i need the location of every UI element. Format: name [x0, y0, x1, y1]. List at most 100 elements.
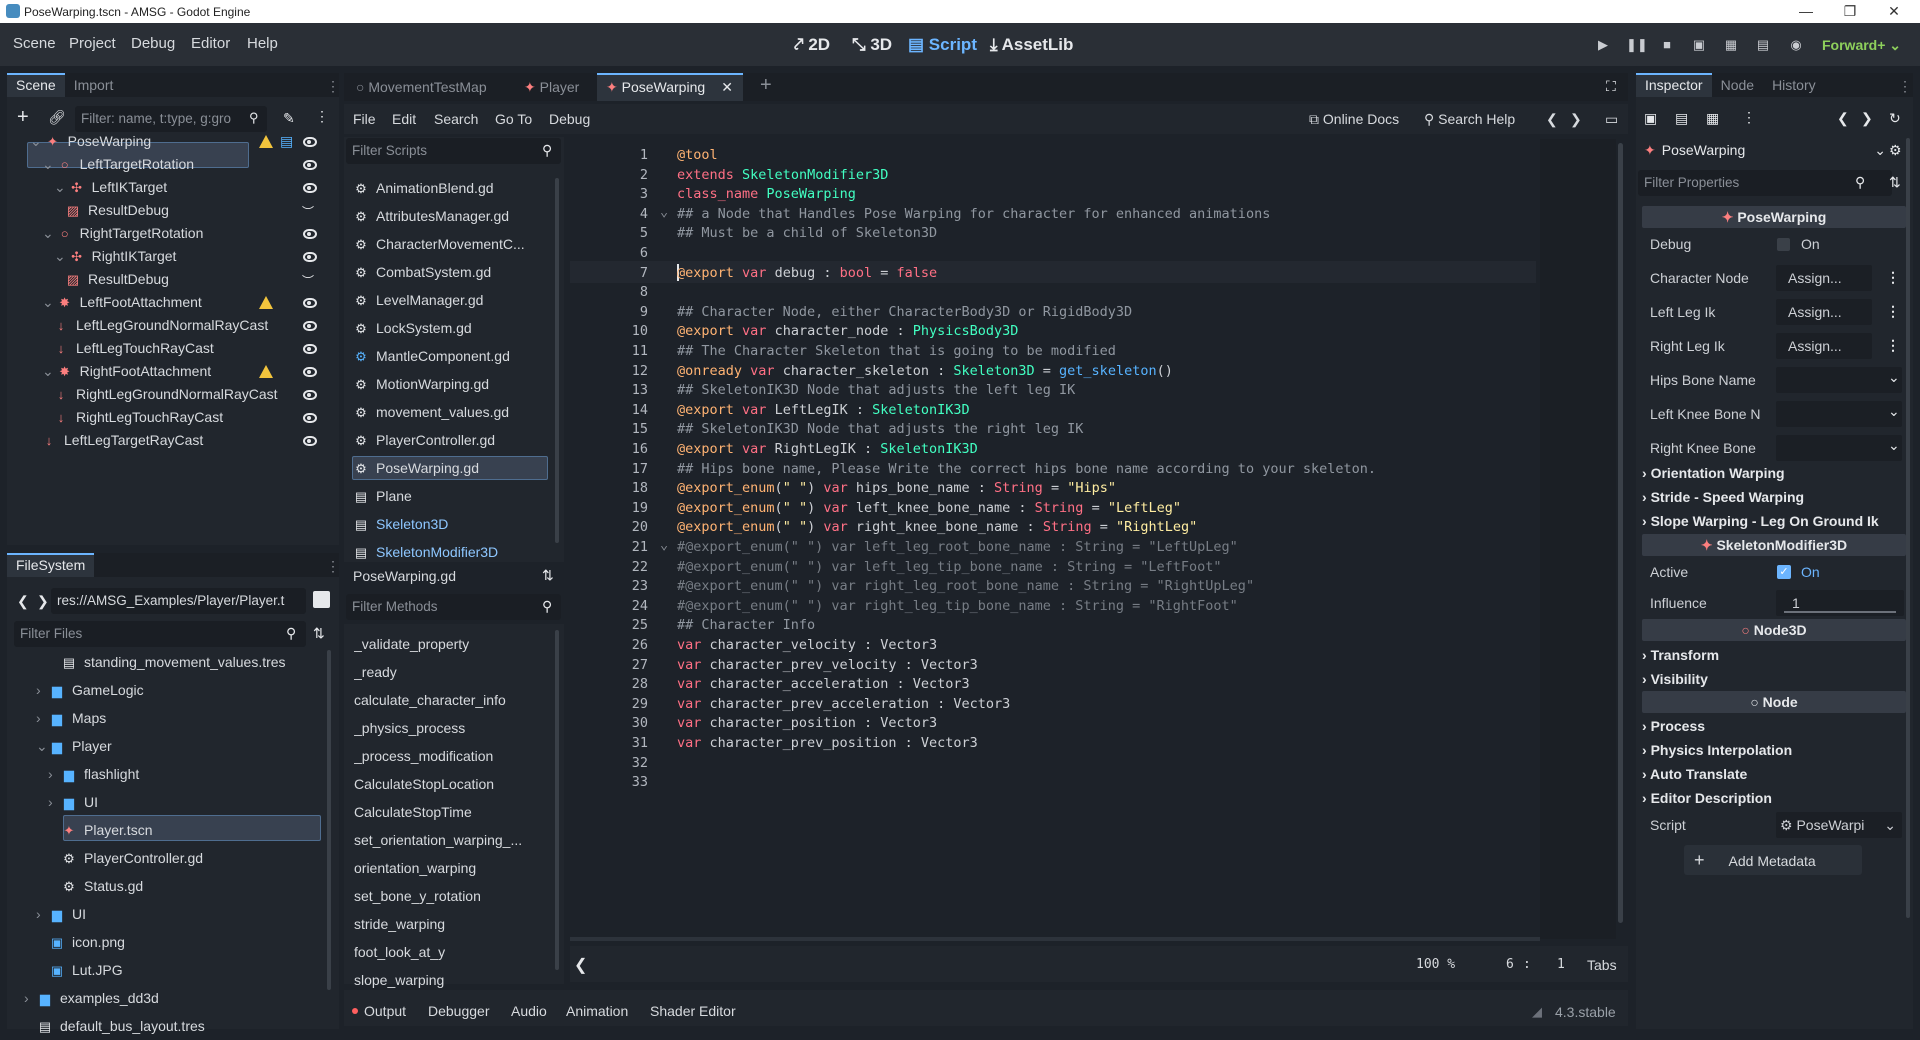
- open-folder-icon[interactable]: ▤: [1675, 110, 1688, 127]
- file-item[interactable]: ▣ icon.png: [36, 931, 125, 953]
- visibility-icon[interactable]: [303, 160, 317, 170]
- script-attached-icon[interactable]: ▤: [280, 133, 293, 150]
- new-tab-icon[interactable]: +: [760, 74, 772, 97]
- influence-slider[interactable]: 1: [1776, 590, 1904, 616]
- method-list-item[interactable]: foot_look_at_y: [354, 941, 546, 963]
- workspace-assetlib[interactable]: ⤓ AssetLib: [990, 35, 1073, 55]
- tree-arrow-icon[interactable]: ⌄: [30, 133, 46, 149]
- tab-debugger[interactable]: Debugger: [428, 1003, 490, 1019]
- scene-node[interactable]: ⌄ ✣ RightIKTarget: [54, 245, 176, 267]
- tree-arrow-icon[interactable]: ›: [48, 791, 62, 813]
- warning-icon[interactable]: [259, 296, 273, 309]
- fold-arrow-icon[interactable]: ⌄: [660, 204, 668, 220]
- prev-script-icon[interactable]: ❮: [1546, 111, 1558, 128]
- scene-node[interactable]: ⌄ ✸ LeftFootAttachment: [42, 291, 202, 313]
- file-item[interactable]: ⌄ ▆ Player: [36, 735, 112, 757]
- tree-arrow-icon[interactable]: ⌄: [36, 735, 50, 757]
- filter-methods-input[interactable]: Filter Methods: [346, 594, 561, 620]
- filter-scripts-input[interactable]: Filter Scripts: [346, 138, 561, 164]
- method-list-scrollbar[interactable]: [555, 630, 559, 970]
- back-icon[interactable]: ❮: [1837, 110, 1849, 127]
- tree-arrow-icon[interactable]: ›: [36, 903, 50, 925]
- method-list-item[interactable]: CalculateStopTime: [354, 801, 546, 823]
- tab-output[interactable]: Output: [364, 1003, 406, 1019]
- tab-audio[interactable]: Audio: [511, 1003, 547, 1019]
- indent-mode[interactable]: Tabs: [1587, 957, 1617, 973]
- property-group[interactable]: › Visibility: [1642, 669, 1708, 689]
- search-help-button[interactable]: ⚲ Search Help: [1424, 111, 1515, 128]
- tree-arrow-icon[interactable]: ›: [36, 707, 50, 729]
- property-menu-icon[interactable]: ⋮: [1886, 337, 1900, 354]
- minimize-icon[interactable]: —: [1786, 0, 1826, 23]
- scene-node[interactable]: ⌄ ✦ PoseWarping: [30, 130, 151, 152]
- scene-node[interactable]: ↓ LeftLegGroundNormalRayCast: [54, 314, 268, 336]
- script-list-item[interactable]: ▤ SkeletonModifier3D: [352, 540, 548, 564]
- tab-movementtestmap[interactable]: ○ MovementTestMap: [347, 73, 496, 101]
- visibility-hidden-icon[interactable]: ︶: [302, 272, 314, 289]
- split-view-icon[interactable]: [313, 591, 330, 608]
- inspector-dock-menu-icon[interactable]: ⋮: [1898, 78, 1912, 95]
- tab-scene[interactable]: Scene: [7, 73, 65, 97]
- warning-icon[interactable]: [259, 365, 273, 378]
- method-list-item[interactable]: _ready: [354, 661, 546, 683]
- visibility-hidden-icon[interactable]: ︶: [302, 203, 314, 220]
- fs-scrollbar[interactable]: [327, 650, 331, 990]
- tree-arrow-icon[interactable]: ›: [48, 763, 62, 785]
- bone-enum-dropdown[interactable]: [1776, 435, 1902, 461]
- file-item[interactable]: ⚙ PlayerController.gd: [48, 847, 203, 869]
- tree-arrow-icon[interactable]: ⌄: [42, 294, 58, 310]
- visibility-icon[interactable]: [303, 367, 317, 377]
- filter-properties-input[interactable]: Filter Properties: [1638, 170, 1892, 196]
- property-menu-icon[interactable]: ⋮: [1886, 303, 1900, 320]
- tree-arrow-icon[interactable]: ⌄: [54, 248, 70, 264]
- code-editor[interactable]: 1 @tool 2 extends SkeletonModifier3D 3 class_…: [570, 139, 1536, 939]
- tab-filesystem[interactable]: FileSystem: [7, 553, 95, 577]
- visibility-icon[interactable]: [303, 413, 317, 423]
- scene-node[interactable]: ▨ ResultDebug: [66, 199, 169, 221]
- method-list-item[interactable]: _process_modification: [354, 745, 546, 767]
- property-group[interactable]: › Stride - Speed Warping: [1642, 487, 1804, 507]
- visibility-icon[interactable]: [303, 344, 317, 354]
- scene-filter-input[interactable]: Filter: name, t:type, g:gro: [75, 106, 267, 132]
- stop-icon[interactable]: ■: [1657, 35, 1677, 55]
- script-list-item[interactable]: ⚙ movement_values.gd: [352, 400, 548, 424]
- zoom-level[interactable]: 100 %: [1416, 957, 1455, 972]
- next-script-icon[interactable]: ❯: [1570, 111, 1582, 128]
- warning-icon[interactable]: [259, 135, 273, 148]
- play-scene-icon[interactable]: ▦: [1721, 35, 1741, 55]
- forward-icon[interactable]: ❯: [37, 593, 49, 610]
- dock-menu-icon[interactable]: ⋮: [326, 78, 340, 95]
- menu-project[interactable]: Project: [69, 35, 116, 52]
- script-list-item[interactable]: ⚙ CombatSystem.gd: [352, 260, 548, 284]
- property-group[interactable]: › Orientation Warping: [1642, 463, 1785, 483]
- menu-scene[interactable]: Scene: [13, 35, 56, 52]
- file-item[interactable]: › ▆ Maps: [36, 707, 106, 729]
- tab-animation[interactable]: Animation: [566, 1003, 628, 1019]
- filter-options-icon[interactable]: ⇅: [1889, 174, 1901, 191]
- close-icon[interactable]: ✕: [1874, 0, 1914, 23]
- inspector-scrollbar[interactable]: [1906, 138, 1910, 918]
- method-list-item[interactable]: CalculateStopLocation: [354, 773, 546, 795]
- scene-node[interactable]: ↓ RightLegTouchRayCast: [54, 406, 223, 428]
- file-item[interactable]: ✦ Player.tscn: [48, 819, 153, 841]
- file-item[interactable]: ▤ default_bus_layout.tres: [24, 1015, 205, 1037]
- tab-player[interactable]: ✦ Player: [515, 73, 588, 101]
- code-hscrollbar[interactable]: [570, 937, 1540, 941]
- pause-icon[interactable]: ❚❚: [1626, 35, 1648, 55]
- tab-node[interactable]: Node: [1712, 73, 1763, 97]
- remote-debug-icon[interactable]: ▣: [1689, 35, 1709, 55]
- script-list-item[interactable]: ▤ Plane: [352, 484, 548, 508]
- tree-arrow-icon[interactable]: ⌄: [42, 225, 58, 241]
- script-list-item[interactable]: ⚙ AnimationBlend.gd: [352, 176, 548, 200]
- file-item[interactable]: › ▆ flashlight: [48, 763, 139, 785]
- renderer-selector[interactable]: Forward+ ⌄: [1822, 37, 1901, 54]
- add-metadata-button[interactable]: + Add Metadata: [1684, 845, 1862, 875]
- script-menu-goto[interactable]: Go To: [495, 111, 532, 127]
- property-group[interactable]: › Slope Warping - Leg On Ground Ik: [1642, 511, 1879, 531]
- file-item[interactable]: › ▆ GameLogic: [36, 679, 144, 701]
- file-item[interactable]: ⚙ Status.gd: [48, 875, 143, 897]
- file-item[interactable]: ▣ Lut.JPG: [36, 959, 123, 981]
- tab-inspector[interactable]: Inspector: [1636, 73, 1712, 97]
- visibility-icon[interactable]: [303, 436, 317, 446]
- visibility-icon[interactable]: [303, 137, 317, 147]
